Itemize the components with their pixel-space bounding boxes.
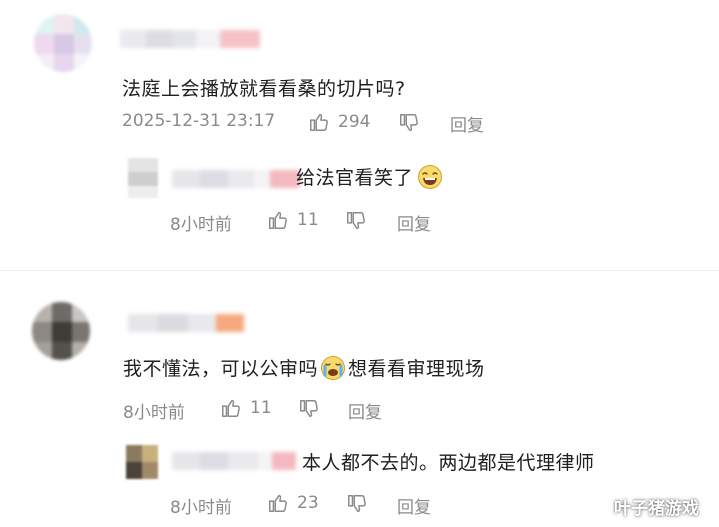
watermark: 叶子猪游戏	[614, 499, 699, 519]
like-button[interactable]: 23	[267, 492, 319, 514]
reply-time: 8小时前	[170, 215, 232, 235]
reply-text: 给法官看笑了	[296, 163, 443, 190]
avatar[interactable]	[32, 302, 90, 360]
username[interactable]	[128, 314, 244, 332]
thumb-up-icon	[222, 399, 240, 417]
reply-text: 本人都不去的。两边都是代理律师	[302, 452, 595, 474]
thumb-down-icon[interactable]	[345, 210, 367, 232]
thumb-down-icon[interactable]	[298, 398, 320, 420]
like-button[interactable]: 11	[267, 209, 319, 231]
laughing-emoji-icon	[418, 164, 443, 189]
like-count: 11	[250, 398, 272, 418]
like-button[interactable]: 11	[220, 397, 272, 419]
reply-button[interactable]: 回复	[397, 210, 431, 235]
avatar[interactable]	[128, 158, 158, 198]
comment-text: 法庭上会播放就看看桑的切片吗?	[122, 78, 406, 100]
username[interactable]	[172, 170, 300, 188]
avatar[interactable]	[34, 14, 92, 72]
thumb-up-icon	[310, 113, 328, 131]
reply-button[interactable]: 回复	[450, 111, 484, 136]
like-count: 294	[338, 112, 371, 132]
divider	[0, 270, 719, 271]
reply-button[interactable]: 回复	[348, 398, 382, 423]
crying-emoji-icon	[321, 355, 346, 380]
thumb-up-icon	[269, 211, 287, 229]
username[interactable]	[172, 452, 296, 470]
thumb-down-icon[interactable]	[346, 493, 368, 515]
thumb-down-icon[interactable]	[398, 112, 420, 134]
like-button[interactable]: 294	[308, 111, 370, 133]
like-count: 23	[297, 493, 319, 513]
comment-time: 8小时前	[123, 403, 185, 423]
comment-time: 2025-12-31 23:17	[122, 111, 276, 131]
thumb-up-icon	[269, 494, 287, 512]
reply-button[interactable]: 回复	[397, 493, 431, 518]
comment-text: 我不懂法，可以公审吗 想看看审理现场	[123, 354, 485, 381]
username[interactable]	[120, 30, 260, 48]
avatar[interactable]	[126, 445, 158, 479]
reply-time: 8小时前	[170, 498, 232, 518]
like-count: 11	[297, 210, 319, 230]
